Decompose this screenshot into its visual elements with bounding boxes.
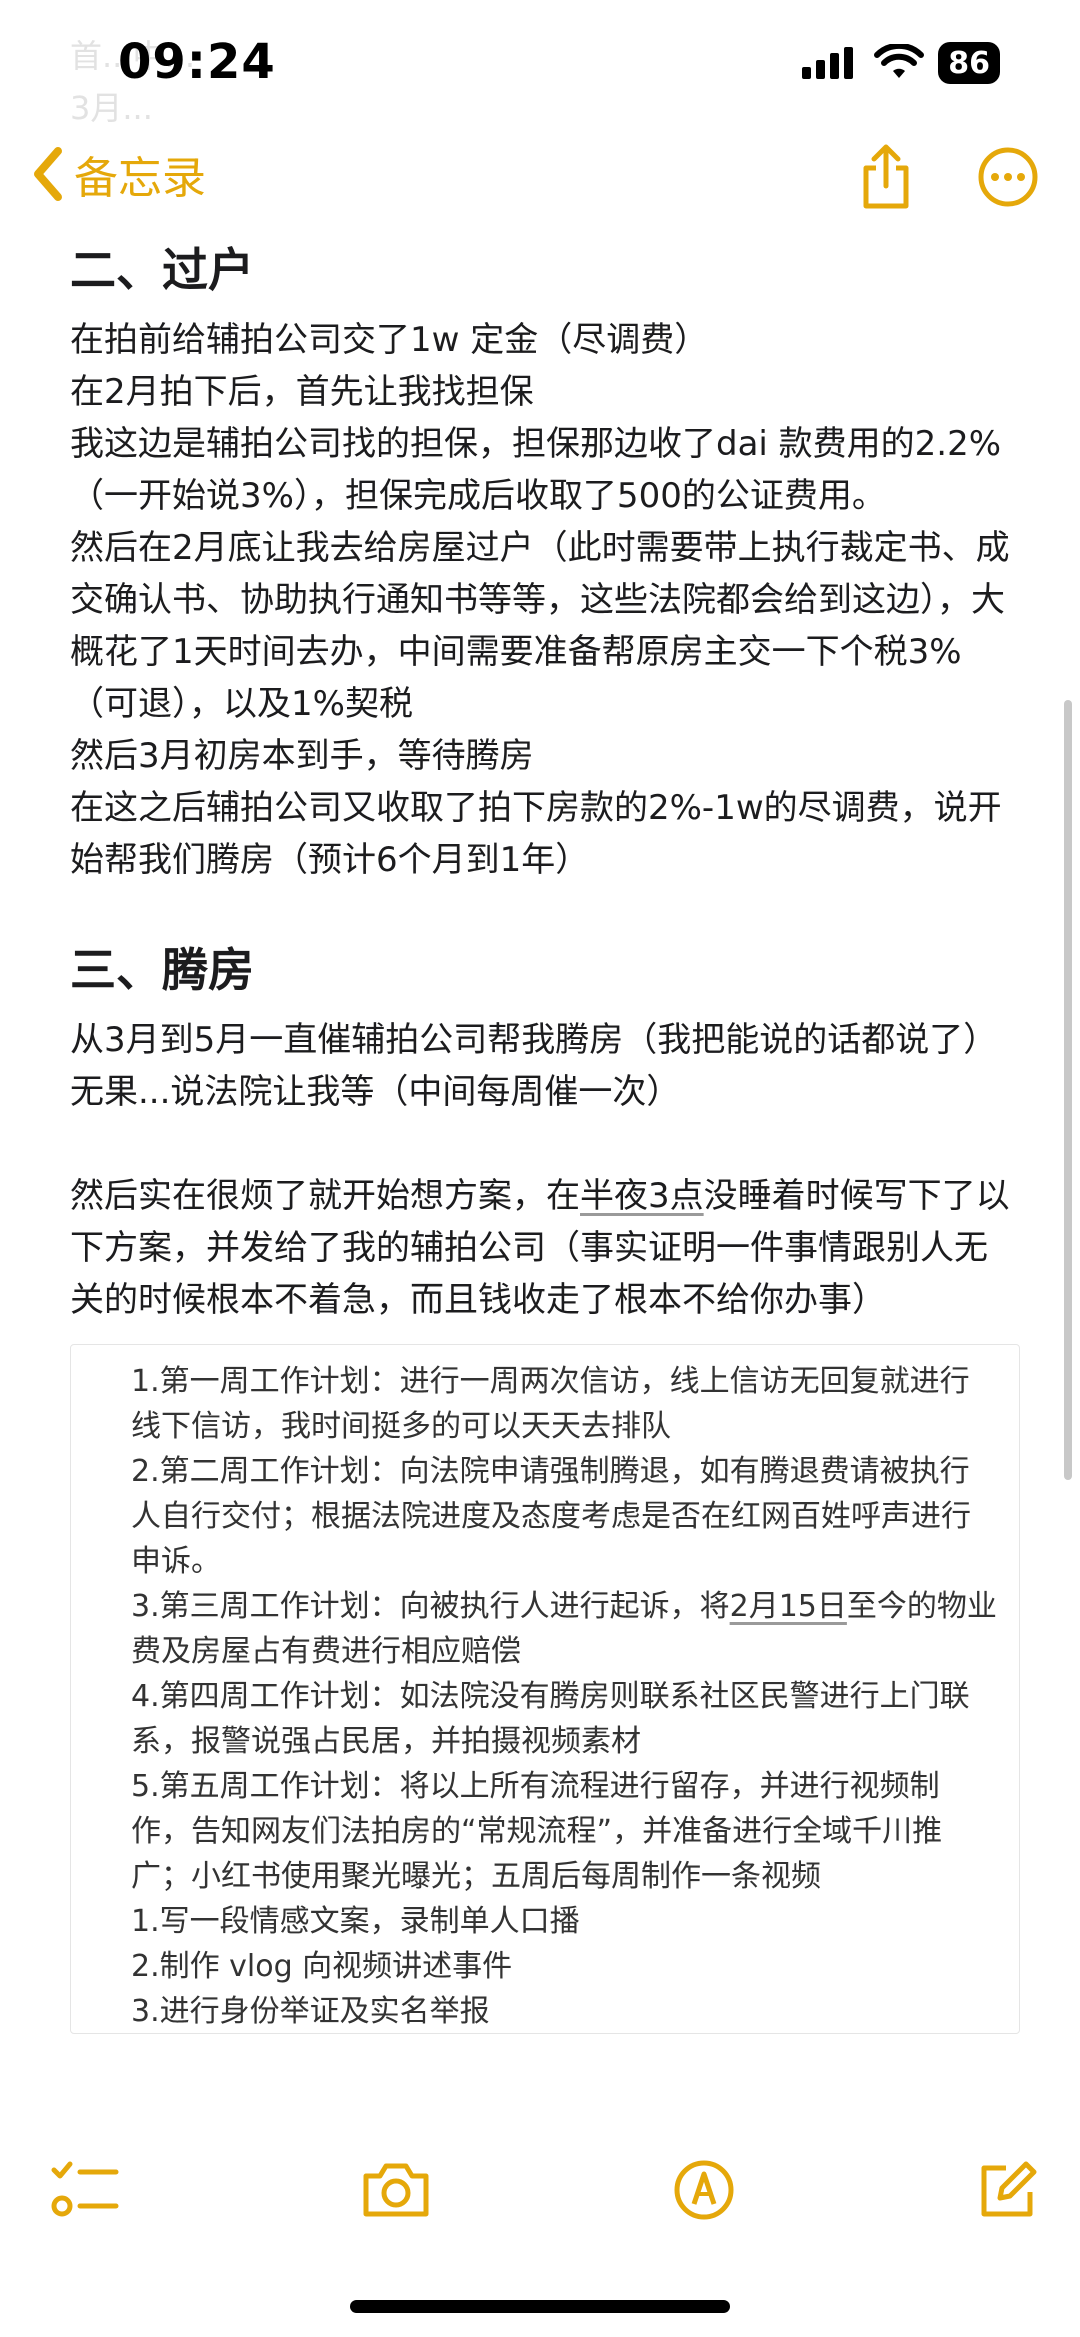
plan-block: 1.第一周工作计划：进行一周两次信访，线上信访无回复就进行线下信访，我时间挺多的… [70,1344,1020,2034]
note-line: 我这边是辅拍公司找的担保，担保那边收了dai 款费用的2.2%（一开始说3%），… [70,424,1002,516]
nav-bar: 备忘录 [0,130,1080,230]
plan-line: 2.第二周工作计划：向法院申请强制腾退，如有腾退费请被执行人自行交付；根据法院进… [131,1454,971,1579]
note-line: 然后在2月底让我去给房屋过户（此时需要带上执行裁定书、成交确认书、协助执行通知书… [70,528,1010,724]
plan-line: 1.写一段情感文案，录制单人口播 [131,1904,580,1939]
back-label: 备忘录 [74,153,206,204]
scroll-indicator[interactable] [1064,700,1072,1480]
note-body[interactable]: 二、过户 在拍前给辅拍公司交了1w 定金（尽调费） 在2月拍下后，首先让我找担保… [70,238,1020,2034]
more-options-icon[interactable] [976,145,1040,209]
plan-line: 1.第一周工作计划：进行一周两次信访，线上信访无回复就进行线下信访，我时间挺多的… [131,1364,970,1444]
section-heading-transfer: 二、过户 [70,243,254,297]
compose-icon[interactable] [976,2158,1040,2222]
plan-line: 2.制作 vlog 向视频讲述事件 [131,1949,513,1984]
status-bar: 09:24 86 [0,0,1080,130]
note-line: 在2月拍下后，首先让我找担保 [70,372,534,412]
status-time: 09:24 [118,34,276,90]
plan-line: 4.第四周工作计划：如法院没有腾房则联系社区民警进行上门联系，报警说强占民居，并… [131,1679,970,1759]
status-icons: 86 [800,42,1000,84]
plan-line: 3.进行身份举证及实名举报 [131,1994,490,2029]
home-indicator[interactable] [350,2300,730,2313]
wifi-icon [874,44,925,78]
underlined-time: 半夜3点 [580,1176,704,1216]
plan-line: 3.第三周工作计划：向被执行人进行起诉，将2月15日至今的物业费及房屋占有费进行… [131,1589,997,1669]
cellular-signal-icon [802,47,854,79]
note-line: 在这之后辅拍公司又收取了拍下房款的2%-1w的尽调费，说开始帮我们腾房（预计6个… [70,788,1002,880]
markup-pen-icon[interactable] [672,2158,736,2222]
underlined-date: 2月15日 [729,1589,847,1624]
share-icon[interactable] [856,142,916,212]
battery-icon: 86 [938,42,1000,84]
nav-actions [856,142,1040,212]
note-paragraph-plan-intro: 然后实在很烦了就开始想方案，在半夜3点没睡着时候写下了以下方案，并发给了我的辅拍… [70,1176,1010,1320]
note-line: 然后3月初房本到手，等待腾房 [70,736,534,776]
note-line: 从3月到5月一直催辅拍公司帮我腾房（我把能说的话都说了） 无果...说法院让我等… [70,1020,998,1112]
back-button[interactable]: 备忘录 [30,142,206,206]
camera-icon[interactable] [360,2160,432,2220]
note-line: 在拍前给辅拍公司交了1w 定金（尽调费） [70,320,709,360]
checklist-icon[interactable] [50,2158,120,2222]
section-heading-vacate: 三、腾房 [70,943,254,997]
plan-line: 5.第五周工作计划：将以上所有流程进行留存，并进行视频制作，告知网友们法拍房的“… [131,1769,943,1894]
chevron-left-icon [34,147,62,201]
